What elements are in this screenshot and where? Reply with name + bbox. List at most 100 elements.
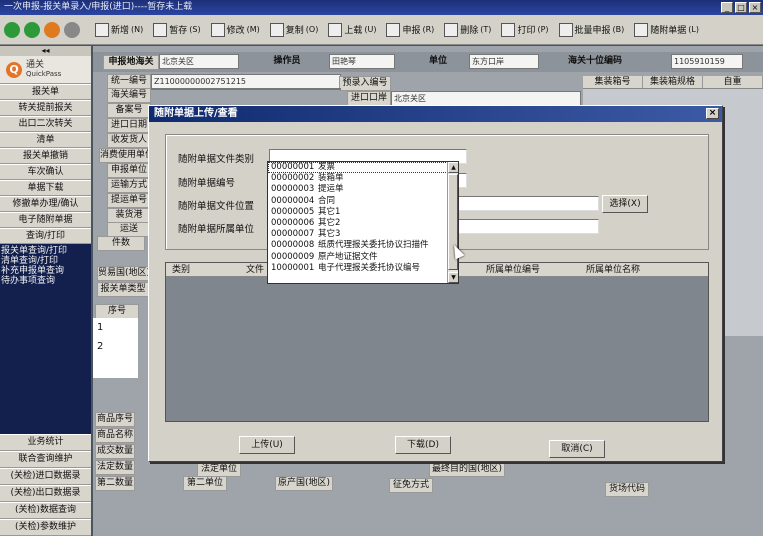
table-header-1[interactable]: 文件 xyxy=(246,263,264,277)
dropdown-option-6[interactable]: 00000007 其它3 xyxy=(268,229,458,240)
goods-row-2[interactable]: 2 xyxy=(93,337,138,356)
cancel-button[interactable]: 取消(C) xyxy=(549,440,605,458)
toolbar-button-1[interactable]: 暂存 (S) xyxy=(148,19,205,41)
print-icon xyxy=(501,22,516,37)
option-name: 发票 xyxy=(318,162,336,172)
sidebar-bottom-item-5[interactable]: (关检)参数维护 xyxy=(0,519,91,536)
goods-row-1[interactable]: 1 xyxy=(93,318,138,337)
file-path-label: 随附单据文件位置 xyxy=(178,201,255,212)
customs-no-field[interactable] xyxy=(151,88,341,90)
toolbar-button-5[interactable]: 申报 (R) xyxy=(381,19,439,41)
sidebar-bottom-item-0[interactable]: 业务统计 xyxy=(0,434,91,451)
toolbar-button-label: 打印 xyxy=(517,26,536,36)
sidebar-item-4[interactable]: 报关单撤销 xyxy=(0,148,91,164)
file-type-dropdown[interactable]: 00000001 发票 00000002 装箱单 00000003 提运单 00000004… xyxy=(267,161,459,284)
down-arrow-icon[interactable] xyxy=(24,21,40,38)
attach-docs-icon xyxy=(634,22,649,37)
goods-seq-list: 1 2 xyxy=(93,318,138,378)
sidebar-bottom-item-1[interactable]: 联合查询维护 xyxy=(0,451,91,468)
scroll-up-icon[interactable]: ▲ xyxy=(448,162,458,173)
sidebar-subitem-2[interactable]: 补充申报单查询 xyxy=(1,266,91,276)
sidebar-item-9[interactable]: 查询/打印 xyxy=(0,228,91,244)
legal-qty-label: 法定数量 xyxy=(95,460,135,475)
select-file-button[interactable]: 选择(X) xyxy=(602,195,648,213)
dropdown-option-3[interactable]: 00000004 合同 xyxy=(268,196,458,207)
sidebar-subitem-1[interactable]: 清单查询/打印 xyxy=(1,256,91,266)
sidebar-subitem-0[interactable]: 报关单查询/打印 xyxy=(1,246,91,256)
download-button[interactable]: 下载(D) xyxy=(395,436,451,454)
up-arrow-icon[interactable] xyxy=(4,21,20,38)
toolbar-button-9[interactable]: 随附单据 (L) xyxy=(629,19,704,41)
seq-header: 序号 xyxy=(95,304,139,319)
entry-port-field[interactable]: 北京关区 xyxy=(391,91,581,106)
copy-icon xyxy=(269,22,284,37)
table-header-0[interactable]: 类别 xyxy=(172,263,190,277)
maximize-button[interactable]: □ xyxy=(735,2,747,13)
operator-field: 田艳琴 xyxy=(329,54,395,69)
dropdown-option-1[interactable]: 00000002 装箱单 xyxy=(268,173,458,184)
goods-name-label: 商品名称 xyxy=(95,428,135,443)
toolbar-button-label: 上载 xyxy=(344,26,363,36)
toolbar-button-shortcut: (S) xyxy=(189,25,201,34)
option-name: 装箱单 xyxy=(318,173,344,184)
toolbar-button-shortcut: (N) xyxy=(131,25,144,34)
sidebar-bottom-item-2[interactable]: (关检)进口数据录 xyxy=(0,468,91,485)
minimize-button[interactable]: _ xyxy=(721,2,733,13)
sidebar-item-2[interactable]: 出口二次转关 xyxy=(0,116,91,132)
toolbar-button-0[interactable]: 新增 (N) xyxy=(90,19,148,41)
toolbar-button-8[interactable]: 批量申报 (B) xyxy=(554,19,630,41)
toolbar-button-3[interactable]: 复制 (O) xyxy=(265,19,324,41)
sidebar-item-6[interactable]: 单据下载 xyxy=(0,180,91,196)
sidebar-bottom-item-4[interactable]: (关检)数据查询 xyxy=(0,502,91,519)
toolbar-button-6[interactable]: 删除 (T) xyxy=(439,19,496,41)
stop-icon[interactable] xyxy=(64,21,80,38)
unified-no-field[interactable]: Z11000000002751215 xyxy=(151,74,341,89)
toolbar-button-label: 复制 xyxy=(285,26,304,36)
sidebar-item-8[interactable]: 电子随附单据 xyxy=(0,212,91,228)
dropdown-option-9[interactable]: 10000001 电子代理报关委托协议编号 xyxy=(268,263,458,274)
legal-unit-label: 法定单位 xyxy=(197,462,241,477)
sidebar-item-3[interactable]: 清单 xyxy=(0,132,91,148)
deal-qty-label: 成交数量 xyxy=(95,444,135,459)
close-window-button[interactable]: × xyxy=(749,2,761,13)
customs-code-field: 1105910159 xyxy=(671,54,743,69)
dropdown-scrollbar[interactable]: ▲ ▼ xyxy=(447,162,458,283)
dialog-title-bar: 随附单据上传/查看 × xyxy=(149,106,722,122)
container-spec-header: 集装箱规格 xyxy=(643,76,703,88)
sidebar-collapse-button[interactable]: ◂◂ xyxy=(0,46,91,56)
sidebar-item-7[interactable]: 修撤单办理/确认 xyxy=(0,196,91,212)
toolbar-button-label: 新增 xyxy=(111,26,130,36)
toolbar-button-shortcut: (O) xyxy=(305,25,319,34)
dialog-title: 随附单据上传/查看 xyxy=(154,108,238,119)
window-title-bar: 一次申报-报关单录入/申报(进口)----暂存未上载 _ □ × xyxy=(0,0,763,15)
toolbar-button-2[interactable]: 修改 (M) xyxy=(206,19,265,41)
unit-label: 单位 xyxy=(423,55,453,68)
declare-customs-field[interactable]: 北京关区 xyxy=(159,54,239,69)
logo-subtext: QuickPass xyxy=(26,69,62,78)
upload-button[interactable]: 上传(U) xyxy=(239,436,295,454)
dropdown-option-8[interactable]: 00000009 原产地证据文件 xyxy=(268,252,458,263)
table-header-3[interactable]: 所属单位名称 xyxy=(586,263,640,277)
table-header-2[interactable]: 所属单位编号 xyxy=(486,263,540,277)
toolbar-button-4[interactable]: 上载 (U) xyxy=(323,19,381,41)
dropdown-option-7[interactable]: 00000008 纸质代理报关委托协议扫描件 xyxy=(268,240,458,251)
pre-entry-label: 预录入编号 xyxy=(339,76,391,91)
sidebar-item-1[interactable]: 转关提前报关 xyxy=(0,100,91,116)
dropdown-option-5[interactable]: 00000006 其它2 xyxy=(268,218,458,229)
scroll-down-icon[interactable]: ▼ xyxy=(448,272,458,283)
refresh-icon[interactable] xyxy=(44,21,60,38)
sidebar-subitem-3[interactable]: 待办事项查询 xyxy=(1,276,91,286)
toolbar-button-label: 删除 xyxy=(460,26,479,36)
dropdown-option-2[interactable]: 00000003 提运单 xyxy=(268,184,458,195)
dialog-close-button[interactable]: × xyxy=(706,108,719,119)
sidebar-bottom-item-3[interactable]: (关检)出口数据录 xyxy=(0,485,91,502)
entry-port-label: 进口口岸 xyxy=(347,91,391,106)
sidebar-item-0[interactable]: 报关单 xyxy=(0,84,91,100)
dropdown-option-4[interactable]: 00000005 其它1 xyxy=(268,207,458,218)
toolbar-button-label: 修改 xyxy=(226,26,245,36)
consignee-label: 收发货人 xyxy=(107,133,151,148)
sidebar-item-5[interactable]: 车次确认 xyxy=(0,164,91,180)
toolbar-button-7[interactable]: 打印 (P) xyxy=(496,19,553,41)
dropdown-option-0[interactable]: 00000001 发票 xyxy=(268,162,458,174)
quickpass-logo-icon: Q xyxy=(6,61,22,78)
